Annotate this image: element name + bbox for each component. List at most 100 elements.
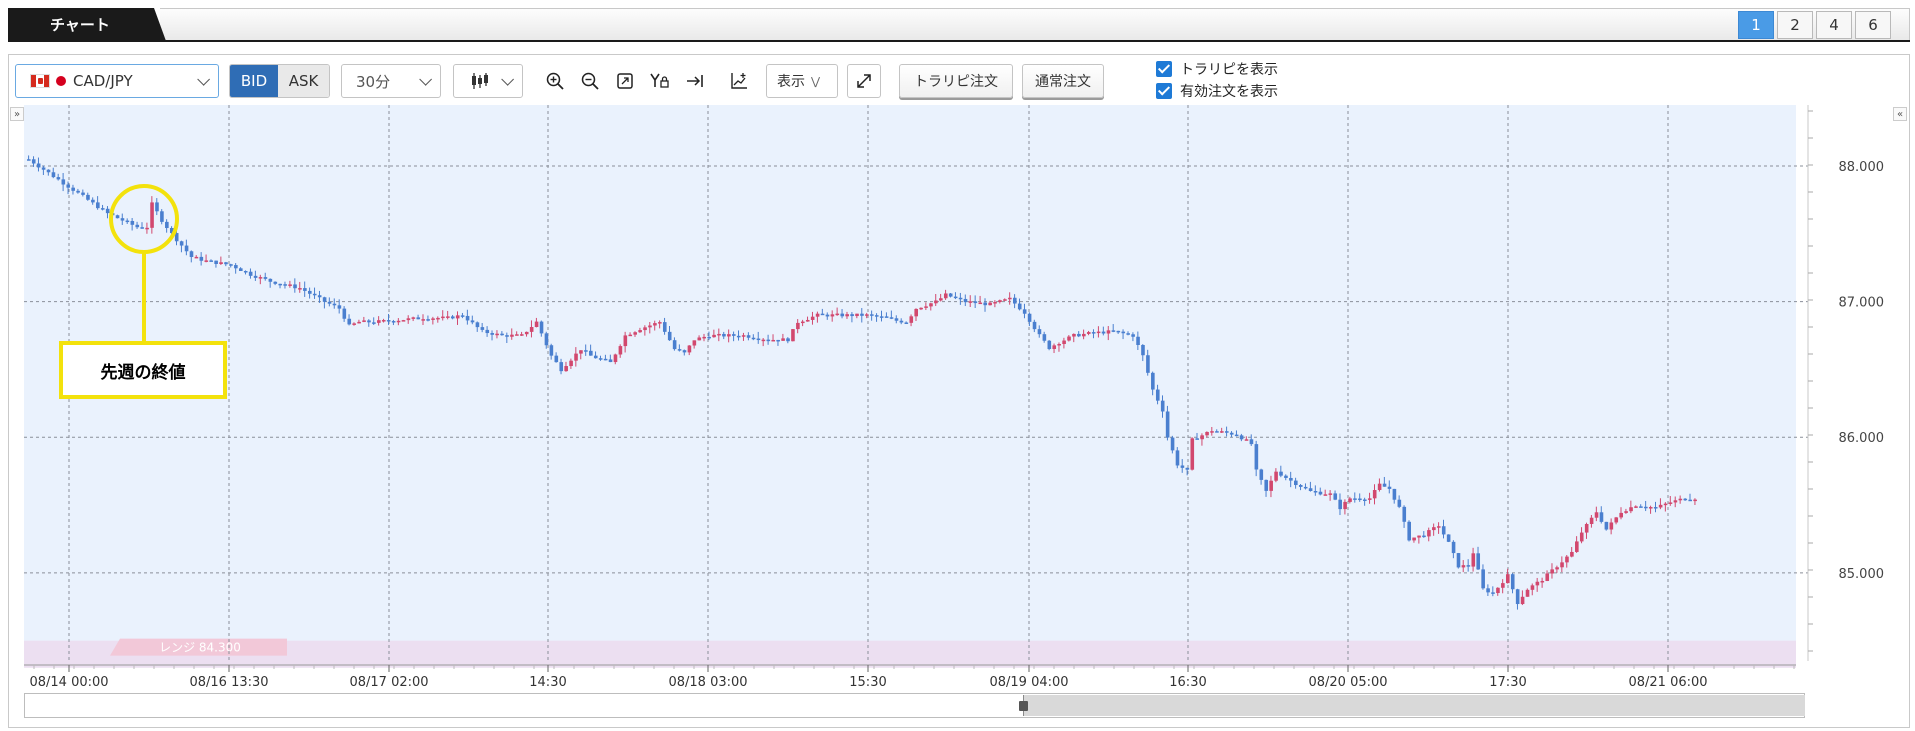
x-tick-label: 15:30 <box>849 675 886 690</box>
candle-body <box>929 303 933 307</box>
candle-body <box>1298 485 1303 487</box>
candle-body <box>1446 534 1451 542</box>
candle-body <box>1491 592 1495 594</box>
candle-body <box>308 290 312 294</box>
candle-body <box>36 163 41 168</box>
candle-body <box>199 256 204 261</box>
candle-body <box>1535 581 1540 586</box>
expand-left-icon[interactable]: » <box>10 107 24 121</box>
candle-body <box>1668 502 1673 504</box>
x-tick-label: 08/18 03:00 <box>668 675 747 690</box>
candle-body <box>1476 553 1481 570</box>
candle-body <box>71 187 75 191</box>
collapse-right-icon[interactable]: « <box>1893 107 1907 121</box>
candle-body <box>396 320 401 323</box>
candle-body <box>1609 522 1614 530</box>
candle-body <box>845 314 849 317</box>
candle-body <box>1308 488 1313 492</box>
candle-body <box>825 314 830 317</box>
candle-body <box>1313 491 1318 493</box>
candle-body <box>1195 438 1200 440</box>
candle-body <box>953 296 958 299</box>
candle-body <box>450 316 455 319</box>
candle-body <box>293 284 297 289</box>
candle-body <box>1530 585 1535 590</box>
callout-label: 先週の終値 <box>59 341 227 399</box>
chart-scrollbar[interactable] <box>24 693 1805 718</box>
candle-body <box>401 320 406 322</box>
candle-body <box>801 321 805 324</box>
candle-body <box>485 329 490 334</box>
candle-body <box>919 307 923 310</box>
candle-body <box>815 313 820 317</box>
candle-body <box>1185 467 1190 470</box>
candle-body <box>381 320 386 322</box>
candle-body <box>253 275 258 278</box>
candle-body <box>1106 330 1111 334</box>
candle-body <box>1624 511 1628 513</box>
x-tick-label: 08/14 00:00 <box>29 675 108 690</box>
scrollbar-grip-icon[interactable] <box>1019 701 1028 711</box>
x-tick-label: 08/16 13:30 <box>189 675 268 690</box>
candle-body <box>682 350 687 353</box>
candle-body <box>1239 435 1244 440</box>
candle-body <box>1614 517 1619 523</box>
candle-body <box>554 355 559 363</box>
candle-body <box>865 314 869 316</box>
candle-body <box>1506 574 1510 584</box>
candle-body <box>993 302 997 304</box>
candle-body <box>598 358 603 360</box>
candle-body <box>135 224 140 228</box>
candle-body <box>1067 336 1071 341</box>
candle-body <box>224 262 228 265</box>
candle-body <box>1629 507 1633 512</box>
candle-body <box>1333 493 1338 500</box>
scrollbar-thumb[interactable] <box>1019 695 1805 716</box>
candle-body <box>145 227 149 230</box>
candle-body <box>894 318 899 321</box>
candle-body <box>879 316 884 318</box>
candle-body <box>312 293 317 296</box>
candle-body <box>1392 488 1397 500</box>
candle-body <box>273 281 278 284</box>
candle-body <box>342 308 347 319</box>
candle-body <box>243 270 248 273</box>
candle-body <box>1427 530 1431 537</box>
candle-body <box>283 284 287 286</box>
candle-body <box>1634 506 1638 508</box>
candle-body <box>1372 490 1377 499</box>
candle-body <box>963 298 968 303</box>
candle-body <box>470 320 475 323</box>
candle-body <box>1042 334 1047 341</box>
candle-body <box>1673 500 1678 503</box>
candle-body <box>672 340 677 350</box>
candle-body <box>628 334 633 337</box>
candle-body <box>130 220 135 225</box>
candle-body <box>658 322 662 324</box>
candle-body <box>1471 553 1476 567</box>
candle-body <box>120 218 125 221</box>
candle-body <box>810 316 815 320</box>
candle-body <box>776 339 780 342</box>
candle-body <box>510 334 514 337</box>
candle-body <box>786 338 790 342</box>
candle-body <box>1303 486 1308 489</box>
candle-body <box>1377 483 1382 491</box>
candle-body <box>840 313 845 317</box>
candle-body <box>1653 507 1658 509</box>
candle-body <box>1402 506 1407 522</box>
candle-body <box>426 319 430 321</box>
candle-body <box>1481 569 1485 589</box>
candle-body <box>860 313 864 316</box>
candle-body <box>1683 498 1688 501</box>
candle-body <box>623 335 628 347</box>
candle-body <box>998 300 1002 303</box>
candle-body <box>46 169 51 173</box>
candle-body <box>1589 517 1594 525</box>
candle-body <box>712 334 716 338</box>
price-chart[interactable]: レンジ 84.300 88.000 87.000 86.000 85.000 08/1… <box>0 0 1915 731</box>
candle-body <box>150 202 154 228</box>
candle-body <box>263 277 268 279</box>
candle-body <box>687 345 692 353</box>
candle-body <box>1220 431 1224 433</box>
